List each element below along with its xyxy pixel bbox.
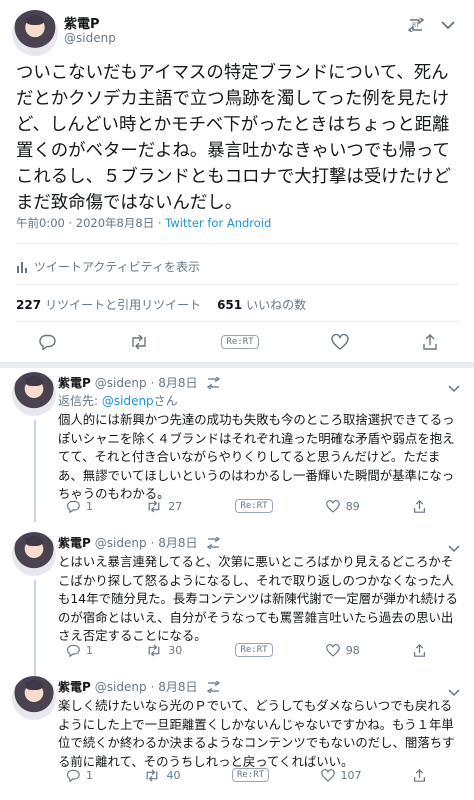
retweet-small-icon[interactable] (206, 680, 222, 693)
avatar[interactable] (12, 676, 56, 720)
like-count: 107 (340, 768, 362, 782)
reply-text: 楽しく続けたいなら光のＰでいて、どうしてもダメならいつでも戻れるようにした上で一… (58, 698, 455, 769)
retweet-small-icon[interactable] (206, 536, 222, 549)
likes-label[interactable]: いいねの数 (246, 296, 306, 313)
display-name[interactable]: 紫電P (58, 534, 91, 551)
divider (16, 321, 458, 322)
display-name[interactable]: 紫電P (64, 13, 100, 32)
share-icon[interactable] (413, 499, 426, 513)
tweet-meta: 午前0:00 · 2020年8月8日 · Twitter for Android (16, 215, 271, 231)
display-name[interactable]: 紫電P (58, 678, 91, 695)
retweets-label[interactable]: リツイートと引用リツイート (45, 296, 201, 313)
reply-action[interactable]: 1 (66, 500, 93, 513)
main-action-bar: Re:RT (38, 334, 438, 350)
reply-icon (66, 644, 80, 657)
rert-button[interactable]: Re:RT (231, 768, 270, 782)
rert-button[interactable]: Re:RT (221, 335, 259, 349)
share-icon[interactable] (413, 768, 426, 782)
reply-to: 返信先: @sidenpさん (58, 392, 178, 409)
like-action[interactable]: 89 (325, 499, 360, 513)
activity-label: ツイートアクティビティを表示 (34, 260, 200, 274)
handle[interactable]: @sidenp (95, 376, 147, 390)
retweet-icon (148, 499, 160, 513)
reply-count: 1 (86, 768, 93, 782)
rert-button[interactable]: Re:RT (235, 499, 273, 513)
retweet-icon (147, 768, 158, 782)
avatar[interactable] (12, 372, 56, 416)
retweet-small-icon[interactable] (206, 376, 222, 389)
like-icon (325, 643, 340, 657)
like-action[interactable]: 98 (325, 643, 360, 657)
likes-count[interactable]: 651 (217, 298, 242, 312)
like-count: 89 (345, 499, 360, 513)
timestamp[interactable]: 午前0:00 · 2020年8月8日 · (16, 216, 165, 230)
handle[interactable]: @sidenp (64, 31, 116, 45)
chevron-down-icon[interactable] (448, 378, 460, 393)
chevron-down-icon[interactable] (448, 682, 460, 697)
reply-text: 個人的には新興かつ先達の成功も失敗も今のところ取捨選択できてるっぽいシャニを除く… (58, 412, 455, 502)
reply-action-bar: 1 27 Re:RT 89 (66, 499, 426, 513)
reply-action[interactable]: 1 (66, 769, 93, 782)
date[interactable]: · 8月8日 (151, 534, 198, 551)
divider (16, 243, 458, 244)
like-icon (325, 499, 340, 513)
avatar[interactable] (12, 532, 56, 576)
reply-count: 1 (86, 643, 93, 657)
reply-icon[interactable] (38, 334, 56, 350)
share-icon[interactable] (413, 643, 426, 657)
rert-button[interactable]: Re:RT (235, 643, 273, 657)
reply-count: 1 (86, 499, 93, 513)
retweet-icon[interactable] (129, 334, 149, 350)
tweet-activity-link[interactable]: ツイートアクティビティを表示 (16, 258, 200, 275)
thread-line (34, 420, 36, 522)
chevron-down-icon[interactable] (440, 18, 456, 32)
reply-action-bar: 1 40 Re:RT 107 (66, 768, 426, 782)
retweet-icon (148, 643, 160, 657)
retweet-count: 27 (168, 499, 183, 513)
like-count: 98 (345, 643, 360, 657)
thread-line (34, 580, 36, 682)
reply-to-handle[interactable]: @sidenp (102, 394, 154, 408)
share-icon[interactable] (422, 334, 438, 350)
retweet-action[interactable]: 40 (144, 769, 180, 782)
avatar[interactable] (12, 10, 58, 56)
retweet-action[interactable]: 30 (146, 644, 182, 657)
tweet-text: ついこないだもアイマスの特定ブランドについて、死んだとかクソデカ主語で立つ鳥跡を… (16, 63, 451, 213)
reply-text: とはいえ暴言連発してると、次第に悪いところばかり見えるどころかそこばかり探して怒… (58, 554, 458, 644)
like-icon (320, 768, 335, 782)
bar-chart-icon (17, 261, 27, 273)
reply-to-prefix: 返信先: (58, 394, 102, 408)
client-link[interactable]: Twitter for Android (165, 216, 271, 230)
section-divider (0, 362, 474, 368)
retweet-action[interactable]: 27 (146, 500, 182, 513)
date[interactable]: · 8月8日 (151, 678, 198, 695)
reply-icon (66, 769, 80, 782)
handle[interactable]: @sidenp (95, 680, 147, 694)
retweet-small-icon[interactable]: RT (406, 16, 426, 34)
retweet-count: 30 (168, 643, 183, 657)
display-name[interactable]: 紫電P (58, 374, 91, 391)
like-action[interactable]: 107 (320, 768, 362, 782)
divider (16, 284, 458, 285)
svg-text:RT: RT (412, 22, 420, 29)
retweets-count[interactable]: 227 (16, 298, 41, 312)
reply-header: 紫電P @sidenp · 8月8日 (58, 374, 222, 391)
like-icon[interactable] (331, 334, 349, 350)
chevron-down-icon[interactable] (448, 538, 460, 553)
reply-header: 紫電P @sidenp · 8月8日 (58, 678, 222, 695)
retweet-count: 40 (166, 768, 181, 782)
reply-to-suffix: さん (153, 394, 178, 408)
engagement-stats: 227 リツイートと引用リツイート 651 いいねの数 (16, 296, 306, 313)
handle[interactable]: @sidenp (95, 536, 147, 550)
date[interactable]: · 8月8日 (151, 374, 198, 391)
reply-header: 紫電P @sidenp · 8月8日 (58, 534, 222, 551)
reply-action[interactable]: 1 (66, 644, 93, 657)
reply-action-bar: 1 30 Re:RT 98 (66, 643, 426, 657)
reply-icon (66, 500, 80, 513)
